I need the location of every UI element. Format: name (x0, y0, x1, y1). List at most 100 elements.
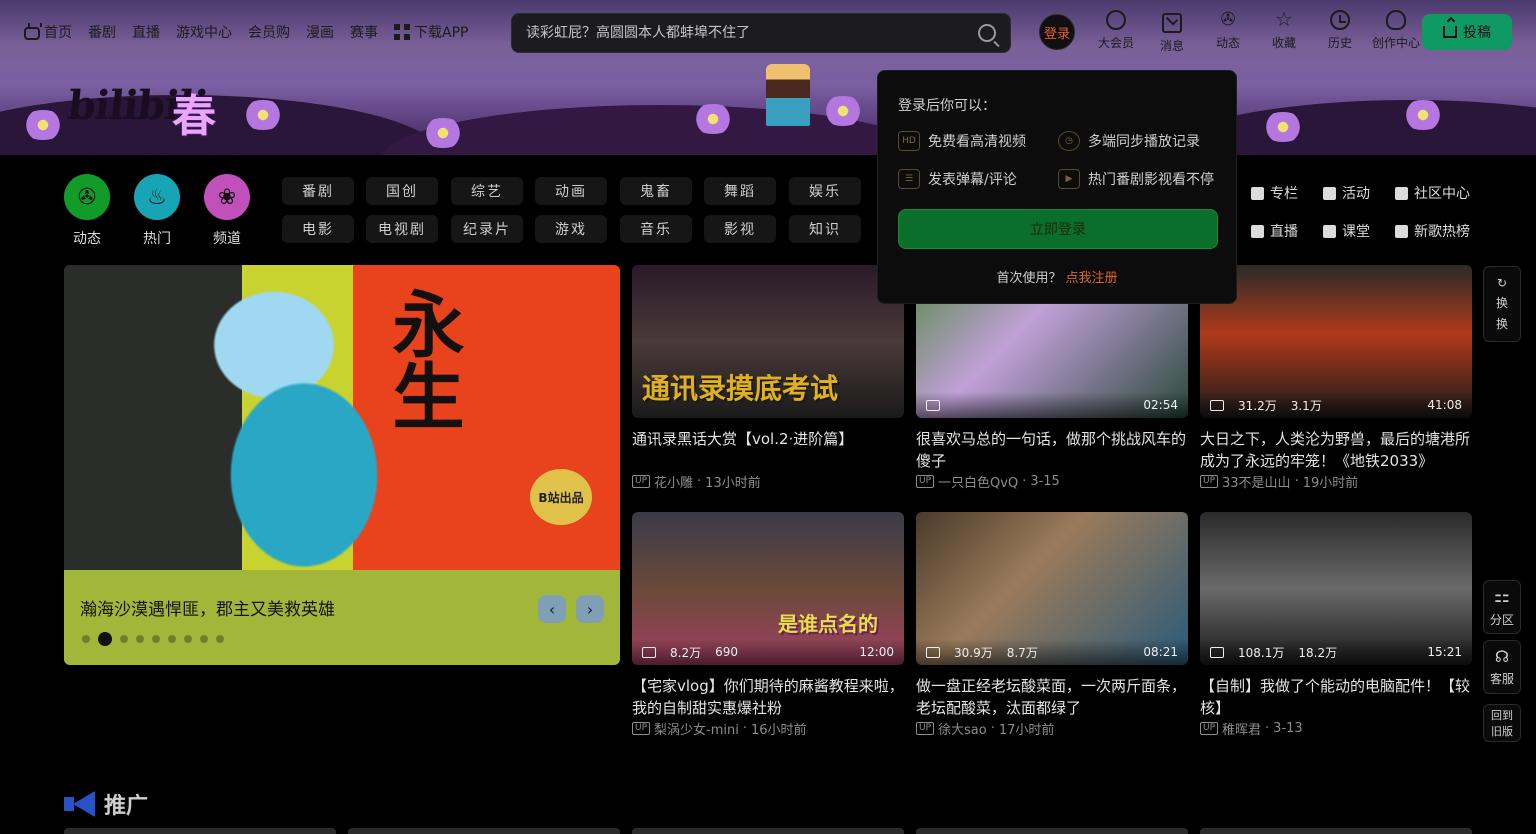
hero-caption[interactable]: 瀚海沙漠遇悍匪，郡主又美救英雄 (80, 595, 335, 620)
category-tv[interactable]: 电视剧 (366, 215, 438, 243)
video-author: 徐大sao (938, 723, 987, 738)
video-card[interactable]: 通讯录摸底考试 通讯录黑话大赏【vol.2·进阶篇】 UP 花小雕 · 13小时… (632, 265, 904, 491)
nav-favorites[interactable]: ☆ 收藏 (1256, 9, 1312, 54)
nav-home[interactable]: 首页 (24, 22, 72, 42)
video-card[interactable]: 108.1万 18.2万 15:21 【自制】我做了个能动的电脑配件！【较核】 … (1200, 512, 1472, 738)
play-icon (926, 399, 940, 411)
video-title[interactable]: 大日之下，人类沦为野兽，最后的塘港所成为了永远的牢笼！《地铁2033》 (1200, 428, 1472, 472)
promo-card-edge[interactable] (916, 828, 1188, 834)
video-thumbnail[interactable]: 108.1万 18.2万 15:21 (1200, 512, 1472, 665)
promo-card-edge[interactable] (64, 828, 336, 834)
category-music[interactable]: 音乐 (620, 215, 692, 243)
flower-decoration (240, 100, 286, 130)
channel-hot-button[interactable]: ♨ (134, 174, 180, 220)
promo-card-edge[interactable] (348, 828, 620, 834)
nav-esports[interactable]: 赛事 (350, 22, 378, 42)
login-now-button[interactable]: 立即登录 (898, 209, 1218, 249)
video-meta[interactable]: UP 梨涡少女-mini · 16小时前 (632, 719, 904, 738)
video-card[interactable]: 31.2万 3.1万 41:08 大日之下，人类沦为野兽，最后的塘港所成为了永远… (1200, 265, 1472, 491)
category-animation[interactable]: 动画 (535, 177, 607, 205)
hero-carousel[interactable]: 永生 B站出品 瀚海沙漠遇悍匪，郡主又美救英雄 ‹ › (64, 265, 620, 665)
video-thumbnail[interactable]: 是谁点名的 8.2万 690 12:00 (632, 512, 904, 665)
nav-messages[interactable]: 消息 (1144, 10, 1200, 54)
category-anime[interactable]: 番剧 (282, 177, 354, 205)
category-variety[interactable]: 综艺 (451, 177, 523, 205)
promo-card-edge[interactable] (1200, 828, 1472, 834)
video-time: 17小时前 (998, 723, 1055, 738)
category-kichiku[interactable]: 鬼畜 (620, 177, 692, 205)
search-input[interactable] (526, 25, 978, 41)
channel-channels-button[interactable]: ❀ (204, 174, 250, 220)
video-title[interactable]: 【宅家vlog】你们期待的麻酱教程来啦，我的自制甜实惠爆社粉 (632, 675, 904, 719)
category-guochuang[interactable]: 国创 (366, 177, 438, 205)
nav-live[interactable]: 直播 (132, 22, 160, 42)
nav-vip[interactable]: 大会员 (1088, 10, 1144, 54)
video-meta[interactable]: UP 一只白色QvQ · 3-15 (916, 472, 1188, 491)
category-dance[interactable]: 舞蹈 (704, 177, 776, 205)
video-title[interactable]: 【自制】我做了个能动的电脑配件！【较核】 (1200, 675, 1472, 719)
category-movie[interactable]: 电影 (282, 215, 354, 243)
benefit-text: 发表弹幕/评论 (928, 172, 1017, 188)
play-icon (642, 646, 656, 658)
video-thumbnail[interactable]: 30.9万 8.7万 08:21 (916, 512, 1188, 665)
video-card[interactable]: 30.9万 8.7万 08:21 做一盘正经老坛酸菜面，一次两斤面条，老坛配酸菜… (916, 512, 1188, 738)
old-version-button[interactable]: 回到旧版 (1483, 704, 1521, 742)
nav-dynamics[interactable]: ✇ 动态 (1200, 10, 1256, 54)
link-new-songs[interactable]: 新歌热榜 (1395, 221, 1470, 241)
carousel-dot[interactable] (184, 635, 192, 643)
carousel-next-button[interactable]: › (576, 595, 604, 623)
carousel-dot[interactable] (136, 635, 144, 643)
category-documentary[interactable]: 纪录片 (451, 215, 523, 243)
nav-mall[interactable]: 会员购 (248, 22, 290, 42)
carousel-prev-button[interactable]: ‹ (538, 595, 566, 623)
register-link[interactable]: 点我注册 (1066, 271, 1118, 286)
video-meta[interactable]: UP 稚晖君 · 3-13 (1200, 719, 1472, 738)
nav-manga[interactable]: 漫画 (306, 22, 334, 42)
nav-history[interactable]: 历史 (1312, 10, 1368, 54)
promo-card-edge[interactable] (632, 828, 904, 834)
video-thumbnail[interactable]: 通讯录摸底考试 (632, 265, 904, 418)
carousel-dot[interactable] (120, 635, 128, 643)
hero-image[interactable] (64, 265, 620, 570)
link-classroom[interactable]: 课堂 (1323, 221, 1370, 241)
nav-game-center[interactable]: 游戏中心 (176, 22, 232, 42)
category-game[interactable]: 游戏 (535, 215, 607, 243)
carousel-dot[interactable] (168, 635, 176, 643)
carousel-dot[interactable] (82, 635, 90, 643)
login-avatar-button[interactable]: 登录 (1039, 14, 1075, 50)
section-button[interactable]: ⚏ 分区 (1483, 580, 1521, 634)
video-meta[interactable]: UP 花小雕 · 13小时前 (632, 472, 904, 491)
separator: · (1022, 474, 1027, 489)
carousel-dots (82, 632, 224, 646)
category-knowledge[interactable]: 知识 (789, 215, 861, 243)
category-entertainment[interactable]: 娱乐 (789, 177, 861, 205)
video-meta[interactable]: UP 33不是山山 · 19小时前 (1200, 472, 1472, 491)
channel-dynamics-button[interactable]: ✇ (64, 174, 110, 220)
refresh-button[interactable]: ↻ 换 换 (1483, 266, 1521, 342)
video-title[interactable]: 做一盘正经老坛酸菜面，一次两斤面条，老坛配酸菜，汰面都绿了 (916, 675, 1188, 719)
video-time: 3-15 (1030, 474, 1060, 489)
carousel-dot[interactable] (98, 632, 112, 646)
carousel-dot[interactable] (152, 635, 160, 643)
video-card[interactable]: 是谁点名的 8.2万 690 12:00 【宅家vlog】你们期待的麻酱教程来啦… (632, 512, 904, 738)
nav-creator-center[interactable]: 创作中心 (1368, 10, 1424, 54)
link-activity[interactable]: 活动 (1323, 183, 1370, 203)
hero-stamp: B站出品 (530, 469, 592, 525)
link-community[interactable]: 社区中心 (1395, 183, 1470, 203)
service-button[interactable]: ☊ 客服 (1483, 640, 1521, 694)
channel-dynamics-label: 动态 (73, 231, 101, 247)
carousel-dot[interactable] (200, 635, 208, 643)
link-column[interactable]: 专栏 (1251, 183, 1298, 203)
video-title[interactable]: 通讯录黑话大赏【vol.2·进阶篇】 (632, 428, 904, 472)
video-title[interactable]: 很喜欢马总的一句话，做那个挑战风车的傻子 (916, 428, 1188, 472)
link-live[interactable]: 直播 (1251, 221, 1298, 241)
carousel-dot[interactable] (216, 635, 224, 643)
video-thumbnail[interactable]: 31.2万 3.1万 41:08 (1200, 265, 1472, 418)
search-icon[interactable] (978, 24, 996, 42)
nav-vip-label: 大会员 (1097, 36, 1134, 50)
upload-button[interactable]: 投稿 (1422, 14, 1512, 50)
nav-download-app[interactable]: 下载APP (394, 22, 468, 42)
video-meta[interactable]: UP 徐大sao · 17小时前 (916, 719, 1188, 738)
category-film[interactable]: 影视 (704, 215, 776, 243)
nav-anime[interactable]: 番剧 (88, 22, 116, 42)
